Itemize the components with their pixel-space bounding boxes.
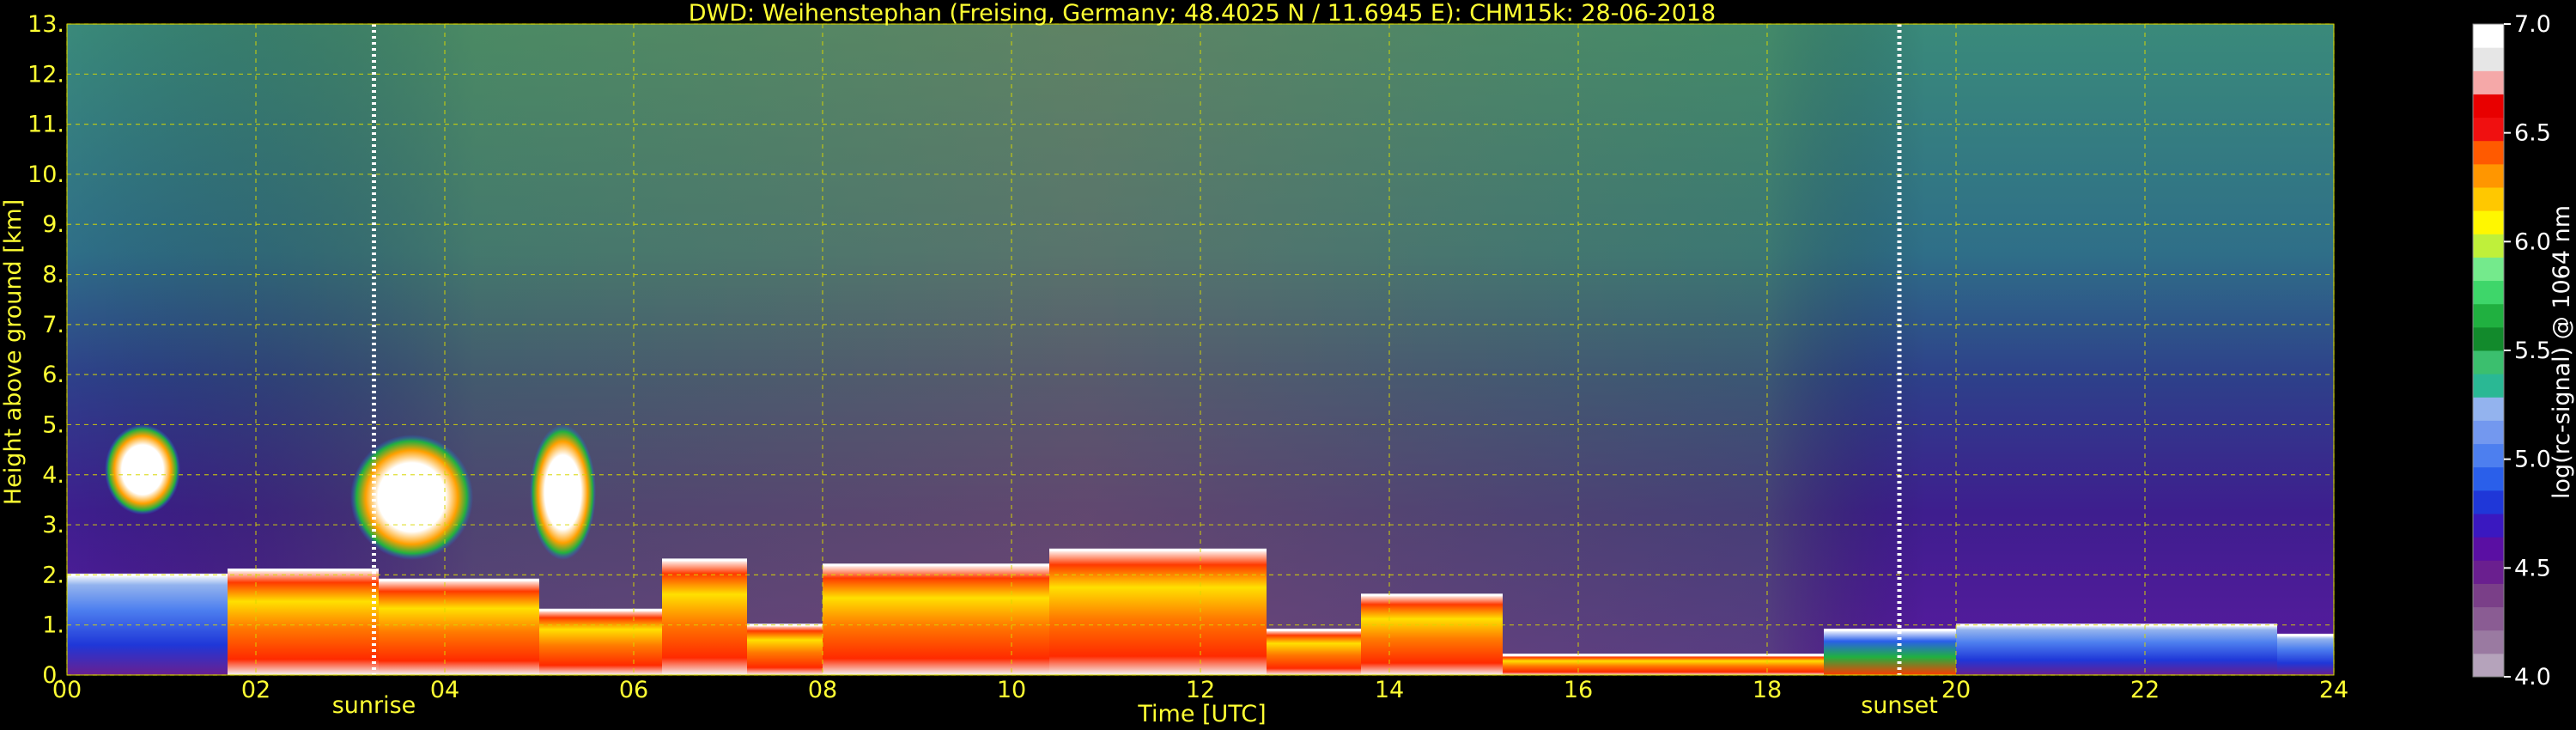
colorbar-segment xyxy=(2473,653,2504,678)
colorbar-tick-label: 5.5 xyxy=(2514,338,2551,364)
sunrise-label: sunrise xyxy=(332,692,416,719)
colorbar-ticks: 4.0 4.5 5.0 5.5 6.0 6.5 7.0 xyxy=(2504,11,2551,690)
y-tick-label: 10. xyxy=(27,161,64,188)
colorbar-segment xyxy=(2473,583,2504,608)
colorbar-segment xyxy=(2473,443,2504,468)
y-tick-label: 7. xyxy=(42,312,64,338)
sunset-label: sunset xyxy=(1861,692,1938,719)
colorbar-segment xyxy=(2473,280,2504,305)
y-tick-label: 2. xyxy=(42,562,64,588)
colorbar-tick-label: 6.5 xyxy=(2514,120,2551,147)
x-tick-label: 24 xyxy=(2319,677,2348,703)
colorbar-segment xyxy=(2473,466,2504,491)
boundary-layer-region xyxy=(1503,654,1824,675)
y-tick-label: 3. xyxy=(42,512,64,538)
boundary-layer-region xyxy=(379,580,539,675)
colorbar-segment xyxy=(2473,210,2504,234)
colorbar-segment xyxy=(2473,234,2504,258)
colorbar: 4.0 4.5 5.0 5.5 6.0 6.5 7.0 log(rc-signal) @ 1… xyxy=(2472,11,2575,690)
boundary-layer-region xyxy=(747,624,823,675)
colorbar-segment xyxy=(2473,140,2504,165)
boundary-layer-region xyxy=(1049,550,1267,675)
chart-root: 00 02 04 06 08 10 12 14 16 18 20 22 24 0.1.2.3.4.5.6… xyxy=(0,0,2575,727)
chart-title: DWD: Weihenstephan (Freising, Germany; 4… xyxy=(689,0,1716,27)
x-tick-label: 22 xyxy=(2130,677,2160,703)
boundary-layer-region xyxy=(228,569,379,675)
x-tick-label: 10 xyxy=(997,677,1026,703)
x-tick-label: 20 xyxy=(1941,677,1971,703)
colorbar-segment xyxy=(2473,94,2504,119)
x-tick-label: 14 xyxy=(1375,677,1404,703)
x-tick-label: 16 xyxy=(1564,677,1593,703)
cloud-region xyxy=(530,424,596,560)
colorbar-segment xyxy=(2473,70,2504,94)
colorbar-tick-label: 4.0 xyxy=(2514,664,2551,690)
cloud-region xyxy=(350,435,473,560)
colorbar-segment xyxy=(2473,606,2504,631)
colorbar-segments xyxy=(2473,24,2504,678)
colorbar-segment xyxy=(2473,537,2504,561)
y-tick-label: 8. xyxy=(42,262,64,289)
colorbar-segment xyxy=(2473,490,2504,514)
x-tick-label: 08 xyxy=(808,677,837,703)
colorbar-segment xyxy=(2473,397,2504,421)
boundary-layer-region xyxy=(2277,635,2334,675)
y-tick-label: 12. xyxy=(27,61,64,88)
colorbar-segment xyxy=(2473,514,2504,538)
y-tick-label: 4. xyxy=(42,462,64,489)
y-axis-label: Height above ground [km] xyxy=(0,199,27,505)
plot-area xyxy=(66,23,2335,676)
colorbar-segment xyxy=(2473,47,2504,71)
x-axis-label: Time [UTC] xyxy=(1137,701,1266,727)
boundary-layer-region xyxy=(1267,630,1361,675)
colorbar-segment xyxy=(2473,117,2504,142)
colorbar-tick-label: 4.5 xyxy=(2514,555,2551,581)
y-tick-label: 5. xyxy=(42,411,64,438)
colorbar-segment xyxy=(2473,560,2504,584)
colorbar-segment xyxy=(2473,303,2504,328)
boundary-layer-region xyxy=(662,559,747,675)
y-axis-ticks: 0. 1. 2. 3. 4. 5. 6. 7. 8. 9. 10. 11. 12. 13. xyxy=(27,11,64,689)
colorbar-segment xyxy=(2473,630,2504,654)
boundary-layer-region xyxy=(823,564,1049,675)
colorbar-segment xyxy=(2473,326,2504,351)
x-tick-label: 04 xyxy=(430,677,459,703)
colorbar-tick-label: 6.0 xyxy=(2514,228,2551,255)
x-tick-label: 12 xyxy=(1186,677,1215,703)
boundary-layer-region xyxy=(539,610,662,675)
y-tick-label: 6. xyxy=(42,362,64,388)
colorbar-label: log(rc-signal) @ 1064 nm xyxy=(2549,205,2575,499)
boundary-layer-region xyxy=(1956,624,2277,675)
cloud-region xyxy=(105,424,180,515)
y-tick-label: 11. xyxy=(27,112,64,138)
y-tick-label: 1. xyxy=(42,612,64,639)
colorbar-segment xyxy=(2473,350,2504,374)
y-tick-label: 13. xyxy=(27,11,64,38)
colorbar-tick-label: 7.0 xyxy=(2514,11,2551,38)
colorbar-segment xyxy=(2473,187,2504,211)
x-tick-label: 02 xyxy=(241,677,270,703)
x-tick-label: 06 xyxy=(619,677,648,703)
boundary-layer-region xyxy=(1361,594,1503,675)
y-tick-label: 0. xyxy=(42,662,64,689)
sun-event-labels: sunrise sunset xyxy=(332,692,1938,719)
colorbar-segment xyxy=(2473,24,2504,48)
colorbar-tick-label: 5.0 xyxy=(2514,447,2551,473)
colorbar-segment xyxy=(2473,374,2504,398)
colorbar-segment xyxy=(2473,420,2504,445)
colorbar-segment xyxy=(2473,163,2504,188)
colorbar-segment xyxy=(2473,257,2504,282)
y-tick-label: 9. xyxy=(42,211,64,238)
x-tick-label: 18 xyxy=(1753,677,1782,703)
boundary-layer-region xyxy=(1824,630,1956,675)
